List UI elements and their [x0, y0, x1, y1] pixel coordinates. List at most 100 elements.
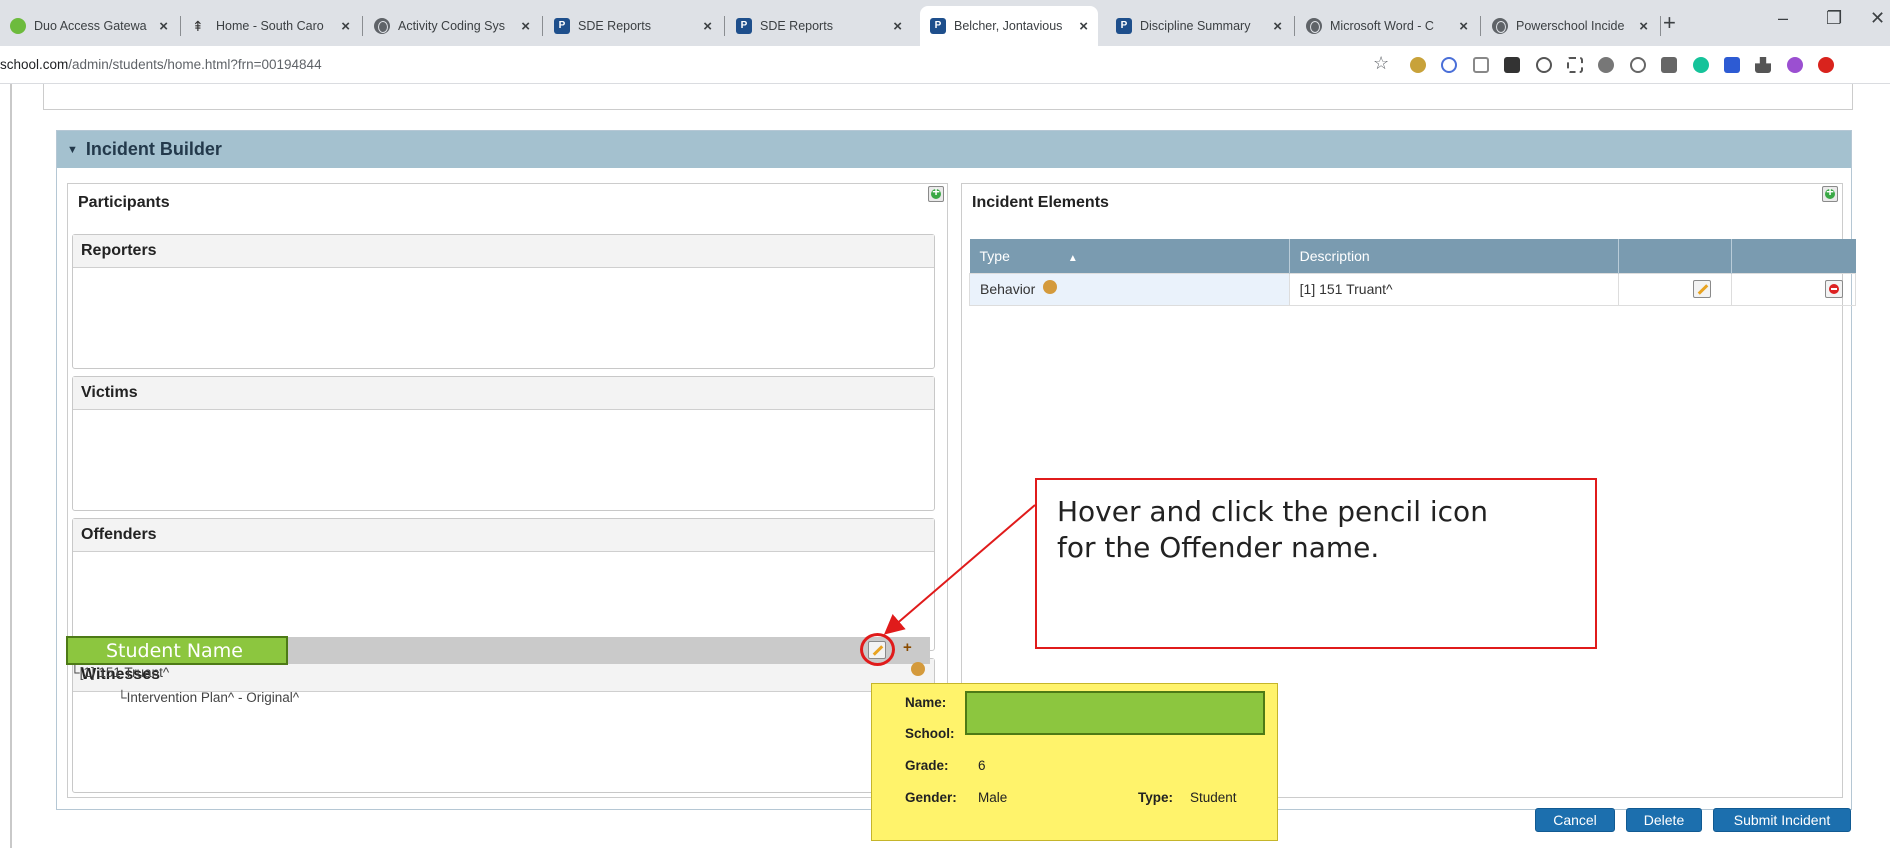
tab-sde-reports-1[interactable]: P SDE Reports × [544, 6, 722, 46]
tab-close-icon[interactable]: × [1079, 18, 1088, 35]
tab-sde-reports-2[interactable]: P SDE Reports × [726, 6, 912, 46]
delete-button[interactable]: Delete [1626, 808, 1702, 832]
column-header-remove [1731, 239, 1856, 273]
submit-incident-button[interactable]: Submit Incident [1713, 808, 1851, 832]
tab-divider [362, 16, 363, 36]
powerschool-icon: P [736, 18, 752, 34]
add-participant-icon[interactable] [928, 184, 944, 202]
add-offender-item-icon[interactable]: + [903, 639, 925, 659]
grammarly-icon[interactable] [1693, 57, 1709, 73]
tab-close-icon[interactable]: × [159, 18, 168, 35]
tab-discipline-summary[interactable]: P Discipline Summary × [1106, 6, 1292, 46]
tab-title: SDE Reports [760, 19, 833, 33]
tab-title: Discipline Summary [1140, 19, 1251, 33]
callout-text-line: Hover and click the pencil icon [1057, 495, 1488, 528]
incident-builder-title: Incident Builder [85, 139, 222, 159]
globe-icon [374, 18, 390, 34]
duo-icon [10, 18, 26, 34]
column-header-description[interactable]: Description [1289, 239, 1620, 273]
extension-icon[interactable] [1818, 57, 1834, 73]
collapse-triangle-icon[interactable]: ▼ [67, 144, 78, 156]
tab-close-icon[interactable]: × [521, 18, 530, 35]
behavior-icon [911, 662, 925, 676]
extension-icon[interactable] [1724, 57, 1740, 73]
table-row: Behavior [1] 151 Truant^ [969, 272, 1856, 306]
tab-title: Activity Coding Sys [398, 19, 505, 33]
tab-close-icon[interactable]: × [1639, 18, 1648, 35]
restore-button[interactable]: ❐ [1826, 8, 1842, 29]
browser-tab-bar: Duo Access Gatewa × ⇞ Home - South Caro … [0, 0, 1890, 46]
tab-title: Microsoft Word - C [1330, 19, 1434, 33]
tab-close-icon[interactable]: × [703, 18, 712, 35]
offender-tree-item[interactable]: └[1] 151 Truant^ [70, 665, 169, 680]
extension-icon[interactable] [1536, 57, 1552, 73]
tab-home-south-carolina[interactable]: ⇞ Home - South Caro × [182, 6, 360, 46]
extension-icon[interactable] [1504, 57, 1520, 73]
globe-icon [1306, 18, 1322, 34]
new-tab-button[interactable]: + [1663, 10, 1676, 36]
palmetto-icon: ⇞ [192, 18, 204, 34]
tooltip-name-label: Name: [905, 695, 947, 710]
tab-title: Duo Access Gatewa [34, 19, 147, 33]
student-info-tooltip: Name: School: Grade: 6 Gender: Male Type… [871, 683, 1278, 841]
victims-header: Victims [73, 377, 934, 410]
tab-title: SDE Reports [578, 19, 651, 33]
window-close-button[interactable]: ✕ [1870, 8, 1885, 29]
tab-belcher-active[interactable]: P Belcher, Jontavious × [920, 6, 1098, 46]
extension-icon[interactable] [1598, 57, 1614, 73]
extension-icon[interactable] [1661, 57, 1677, 73]
tab-microsoft-word[interactable]: Microsoft Word - C × [1296, 6, 1478, 46]
extensions-puzzle-icon[interactable] [1755, 57, 1771, 73]
element-type-cell: Behavior [969, 272, 1290, 306]
tab-duo-access[interactable]: Duo Access Gatewa × [0, 6, 178, 46]
offender-tree-subitem[interactable]: └Intervention Plan^ - Original^ [117, 690, 299, 705]
sort-ascending-icon[interactable]: ▲ [1068, 253, 1078, 264]
element-description-cell: [1] 151 Truant^ [1288, 272, 1620, 306]
tab-activity-coding[interactable]: Activity Coding Sys × [364, 6, 540, 46]
column-header-type[interactable]: Type ▲ [969, 239, 1290, 273]
scroll-edge[interactable] [10, 84, 12, 848]
tab-divider [1660, 16, 1661, 36]
add-incident-element-icon[interactable] [1822, 184, 1838, 202]
pencil-highlight-circle [860, 633, 895, 666]
powerschool-icon: P [930, 18, 946, 34]
extension-icon[interactable] [1410, 57, 1426, 73]
page-content: ▼ Incident Builder Participants Reporter… [0, 84, 1890, 848]
incident-elements-title: Incident Elements [972, 194, 1109, 211]
url-text[interactable]: school.com/admin/students/home.html?frn=… [0, 57, 322, 72]
extension-icon[interactable] [1473, 57, 1489, 73]
edit-pencil-icon[interactable] [1693, 280, 1712, 299]
incident-elements-table: Type ▲ Description Behavior [1] 151 Truan… [969, 239, 1856, 306]
incident-builder-header[interactable]: ▼ Incident Builder [57, 131, 1851, 168]
address-bar[interactable]: school.com/admin/students/home.html?frn=… [0, 46, 1890, 84]
tab-close-icon[interactable]: × [1273, 18, 1282, 35]
tab-divider [180, 16, 181, 36]
extension-icon[interactable] [1441, 57, 1457, 73]
callout-text-line: for the Offender name. [1057, 531, 1380, 564]
globe-icon [1492, 18, 1508, 34]
table-header-row: Type ▲ Description [969, 239, 1856, 273]
tab-powerschool-incident[interactable]: Powerschool Incide × [1482, 6, 1658, 46]
profile-avatar-icon[interactable] [1787, 57, 1803, 73]
tooltip-school-label: School: [905, 726, 955, 741]
tab-close-icon[interactable]: × [1459, 18, 1468, 35]
student-name-redaction: Student Name [66, 636, 288, 665]
tooltip-grade-label: Grade: [905, 758, 949, 773]
cancel-button[interactable]: Cancel [1535, 808, 1615, 832]
participants-panel: Participants Reporters Victims Offenders… [67, 183, 948, 798]
offenders-section: Offenders [72, 518, 935, 651]
tab-title: Home - South Caro [216, 19, 324, 33]
tab-close-icon[interactable]: × [893, 18, 902, 35]
powerschool-icon: P [1116, 18, 1132, 34]
bookmark-star-icon[interactable]: ☆ [1373, 53, 1389, 74]
column-header-edit [1618, 239, 1733, 273]
witnesses-section: Witnesses [72, 658, 935, 793]
powerschool-icon: P [554, 18, 570, 34]
minimize-button[interactable]: – [1778, 8, 1788, 29]
extension-icon[interactable] [1630, 57, 1646, 73]
element-remove-cell [1731, 272, 1856, 306]
tab-close-icon[interactable]: × [341, 18, 350, 35]
tab-divider [1480, 16, 1481, 36]
remove-icon[interactable] [1825, 280, 1843, 299]
extension-icon[interactable] [1567, 57, 1583, 73]
